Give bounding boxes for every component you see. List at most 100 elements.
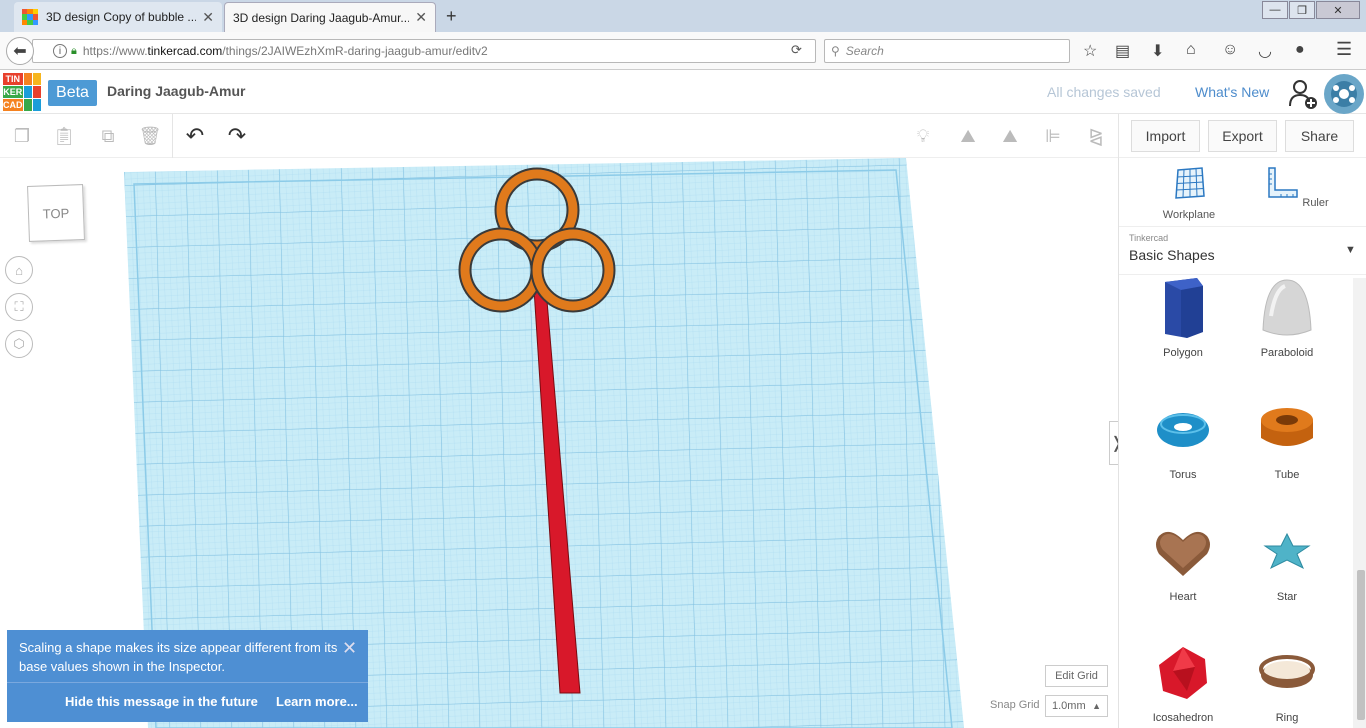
shape-polygon[interactable]: Polygon	[1131, 276, 1235, 394]
learn-more-link[interactable]: Learn more...	[276, 694, 358, 709]
ruler-label: Ruler	[1302, 197, 1329, 209]
home-view-button[interactable]: ⌂	[5, 256, 33, 284]
whats-new-link[interactable]: What's New	[1195, 84, 1269, 100]
cube-icon: ⬡	[13, 336, 25, 351]
avatar-pattern-icon	[1331, 81, 1357, 107]
maximize-button[interactable]: ❐	[1289, 1, 1315, 19]
chat-icon[interactable]: ☺	[1222, 41, 1238, 59]
logo-cad: CAD	[3, 99, 23, 111]
search-input[interactable]: ⚲ Search	[824, 39, 1070, 63]
close-tab-icon[interactable]: ✕	[202, 9, 214, 26]
url-prefix: https://www.	[82, 44, 148, 58]
collapse-panel-button[interactable]: ❭	[1109, 421, 1118, 465]
workplane-tool[interactable]: Workplane	[1149, 166, 1229, 221]
shape-label: Icosahedron	[1152, 712, 1214, 724]
align-icon[interactable]: ⊫	[1041, 124, 1065, 148]
add-user-icon[interactable]	[1287, 78, 1319, 110]
close-window-button[interactable]: ✕	[1316, 1, 1360, 19]
shape-label: Paraboloid	[1260, 347, 1314, 359]
shape-icosahedron[interactable]: Icosahedron	[1131, 641, 1235, 728]
ruler-tool[interactable]: Ruler	[1257, 166, 1337, 209]
shape-provider: Tinkercad	[1129, 233, 1169, 243]
share-button[interactable]: Share	[1285, 120, 1354, 152]
menu-icon[interactable]: ☰	[1336, 39, 1352, 60]
design-title[interactable]: Daring Jaagub-Amur	[107, 83, 245, 99]
url-path: /things/2JAIWEzhXmR-daring-jaagub-amur/e…	[222, 44, 488, 58]
shape-category-select[interactable]: Basic Shapes	[1129, 247, 1215, 263]
export-button[interactable]: Export	[1208, 120, 1277, 152]
new-tab-button[interactable]: +	[446, 6, 457, 27]
paste-icon[interactable]: 📋︎	[52, 124, 76, 148]
browser-tab-bar: 3D design Copy of bubble ... ✕ 3D design…	[0, 0, 1366, 32]
lock-icon[interactable]: 🔒︎	[71, 45, 77, 58]
app-header: TIN KER CAD Beta Daring Jaagub-Amur All …	[0, 71, 1366, 114]
shape-star[interactable]: Star	[1235, 520, 1339, 638]
group-icon[interactable]: ⛰	[954, 124, 982, 148]
edit-grid-button[interactable]: Edit Grid	[1045, 665, 1108, 687]
search-icon: ⚲	[831, 44, 840, 58]
home-icon[interactable]: ⌂	[1186, 41, 1196, 59]
pin-icon[interactable]: ●	[1295, 41, 1305, 59]
url-host: tinkercad.com	[147, 44, 223, 58]
tab-daring-jaagub[interactable]: 3D design Daring Jaagub-Amur... ✕	[224, 2, 436, 32]
editor-toolbar: ❐ 📋︎ ⧉ 🗑︎ ↶ ↷ 💡︎ ⛰ ⛰ ⊫ ⧎ Import Export S…	[0, 114, 1366, 158]
download-icon[interactable]: ⬇	[1151, 41, 1164, 61]
address-bar[interactable]: i 🔒︎ https://www. tinkercad.com/things/2J…	[32, 39, 816, 63]
shape-paraboloid[interactable]: Paraboloid	[1235, 276, 1339, 394]
ruler-icon	[1268, 167, 1299, 198]
ungroup-icon[interactable]: ⛰	[996, 124, 1024, 148]
star-icon	[1263, 532, 1311, 570]
design-canvas[interactable]: TOP ⌂ ⛶ ⬡ Scaling a shape makes its size…	[0, 158, 1118, 728]
torus-icon	[1157, 413, 1209, 447]
shapes-panel: Workplane Ruler Tinkercad Basic Shapes ▼…	[1118, 158, 1366, 728]
copy-icon[interactable]: ❐	[10, 124, 34, 148]
user-avatar[interactable]	[1324, 74, 1364, 114]
undo-icon[interactable]: ↶	[183, 123, 207, 148]
shape-label: Heart	[1169, 591, 1197, 603]
reload-icon[interactable]: ⟳	[791, 42, 802, 58]
tab-bubble-copy[interactable]: 3D design Copy of bubble ... ✕	[14, 2, 222, 32]
bookmark-star-icon[interactable]: ☆	[1083, 41, 1097, 61]
shape-label: Polygon	[1163, 347, 1203, 359]
scrollbar-thumb[interactable]	[1357, 570, 1365, 720]
import-button[interactable]: Import	[1131, 120, 1200, 152]
dropdown-arrow-icon[interactable]: ▼	[1345, 244, 1356, 256]
heart-icon	[1156, 531, 1210, 576]
info-icon[interactable]: i	[53, 44, 67, 58]
tab-title: 3D design Daring Jaagub-Amur...	[233, 10, 410, 25]
view-cube[interactable]: TOP	[27, 184, 85, 242]
reading-list-icon[interactable]: ▤	[1115, 41, 1130, 61]
notification-message: Scaling a shape makes its size appear di…	[19, 640, 338, 674]
scaling-notification: Scaling a shape makes its size appear di…	[7, 630, 368, 722]
back-arrow-icon: ⬅	[13, 43, 27, 60]
duplicate-icon[interactable]: ⧉	[96, 124, 120, 148]
tinkercad-favicon-icon	[22, 9, 38, 25]
snap-grid-select[interactable]: 1.0mm ▲	[1045, 695, 1108, 717]
minimize-button[interactable]: —	[1262, 1, 1288, 19]
pocket-icon[interactable]: ◡	[1258, 41, 1272, 61]
shape-torus[interactable]: Torus	[1131, 398, 1235, 516]
tab-title: 3D design Copy of bubble ...	[46, 10, 197, 24]
shape-heart[interactable]: Heart	[1131, 520, 1235, 638]
redo-icon[interactable]: ↷	[225, 123, 249, 148]
shape-label: Star	[1276, 591, 1298, 603]
browser-nav-bar: i 🔒︎ https://www. tinkercad.com/things/2J…	[0, 32, 1366, 70]
polygon-icon	[1165, 278, 1203, 338]
home-icon: ⌂	[15, 262, 23, 278]
delete-icon[interactable]: 🗑︎	[138, 124, 162, 148]
shape-tube[interactable]: Tube	[1235, 398, 1339, 516]
shape-label: Torus	[1169, 469, 1197, 481]
close-tab-icon[interactable]: ✕	[415, 9, 427, 26]
shape-ring[interactable]: Ring	[1235, 641, 1339, 728]
mirror-icon[interactable]: ⧎	[1084, 124, 1108, 148]
perspective-button[interactable]: ⬡	[5, 330, 33, 358]
icosahedron-icon	[1159, 647, 1207, 699]
fit-view-button[interactable]: ⛶	[5, 293, 33, 321]
tube-icon	[1261, 408, 1313, 446]
save-status: All changes saved	[1047, 84, 1161, 100]
close-icon[interactable]: ✕	[342, 638, 357, 659]
back-button[interactable]: ⬅	[6, 37, 34, 65]
hide-message-button[interactable]: Hide this message in the future	[65, 694, 258, 709]
tinkercad-logo[interactable]: TIN KER CAD	[3, 73, 41, 111]
light-bulb-icon[interactable]: 💡︎	[911, 124, 935, 148]
